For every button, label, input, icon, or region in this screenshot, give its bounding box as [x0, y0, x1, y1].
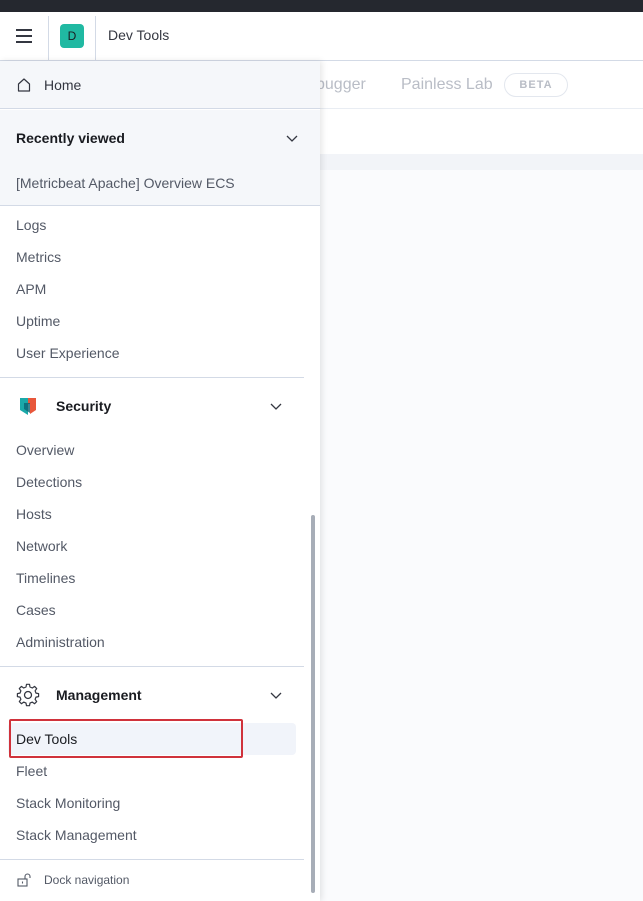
beta-badge: BETA: [504, 73, 568, 97]
header-divider: [48, 16, 49, 60]
recently-viewed-title[interactable]: Recently viewed: [16, 130, 125, 146]
recently-viewed-section: Recently viewed [Metricbeat Apache] Over…: [0, 110, 320, 206]
security-logo-icon: [20, 398, 36, 415]
tab-painless-lab[interactable]: Painless Lab: [401, 76, 493, 94]
chevron-down-icon[interactable]: [268, 398, 284, 414]
dock-divider: [0, 859, 304, 860]
nav-link-stack-management[interactable]: Stack Management: [16, 827, 137, 843]
header-divider: [95, 16, 96, 60]
dock-navigation-button[interactable]: Dock navigation: [44, 873, 129, 887]
collapsible-nav: Home Recently viewed [Metricbeat Apache]…: [0, 61, 320, 901]
menu-icon-bar: [16, 35, 32, 37]
home-icon: [17, 78, 31, 92]
nav-link-overview[interactable]: Overview: [16, 442, 74, 458]
gear-icon: [16, 683, 40, 707]
nav-link-metrics[interactable]: Metrics: [16, 249, 61, 265]
chevron-down-icon[interactable]: [268, 687, 284, 703]
nav-link-administration[interactable]: Administration: [16, 634, 105, 650]
section-divider: [0, 666, 304, 667]
nav-home-link[interactable]: Home: [0, 61, 320, 109]
content-strip: [320, 154, 643, 170]
management-group-title[interactable]: Management: [56, 687, 142, 703]
space-avatar[interactable]: D: [60, 24, 84, 48]
nav-link-dev-tools[interactable]: Dev Tools: [16, 731, 77, 747]
browser-top-strip: [0, 0, 643, 12]
menu-icon-bar: [16, 29, 32, 31]
menu-toggle-button[interactable]: [8, 20, 40, 52]
nav-link-apm[interactable]: APM: [16, 281, 46, 297]
home-label: Home: [44, 77, 82, 93]
menu-icon-bar: [16, 41, 32, 43]
breadcrumb-title[interactable]: Dev Tools: [108, 27, 169, 43]
security-group-title[interactable]: Security: [56, 398, 111, 414]
nav-link-hosts[interactable]: Hosts: [16, 506, 52, 522]
section-divider: [0, 377, 304, 378]
nav-link-network[interactable]: Network: [16, 538, 67, 554]
nav-scrollbar[interactable]: [311, 515, 315, 893]
nav-link-fleet[interactable]: Fleet: [16, 763, 47, 779]
nav-link-user-experience[interactable]: User Experience: [16, 345, 120, 361]
recent-item[interactable]: [Metricbeat Apache] Overview ECS: [16, 175, 235, 191]
lock-open-icon: [17, 873, 31, 887]
dev-tools-tabs: bugger Painless Lab: [316, 61, 643, 109]
tab-grok-debugger[interactable]: bugger: [316, 76, 366, 94]
app-header: D Dev Tools: [0, 12, 643, 61]
nav-link-uptime[interactable]: Uptime: [16, 313, 60, 329]
nav-link-detections[interactable]: Detections: [16, 474, 82, 490]
content-panel: [320, 109, 643, 154]
nav-link-cases[interactable]: Cases: [16, 602, 56, 618]
nav-link-timelines[interactable]: Timelines: [16, 570, 75, 586]
chevron-down-icon[interactable]: [284, 130, 300, 146]
nav-link-stack-monitoring[interactable]: Stack Monitoring: [16, 795, 120, 811]
nav-link-logs[interactable]: Logs: [16, 217, 46, 233]
